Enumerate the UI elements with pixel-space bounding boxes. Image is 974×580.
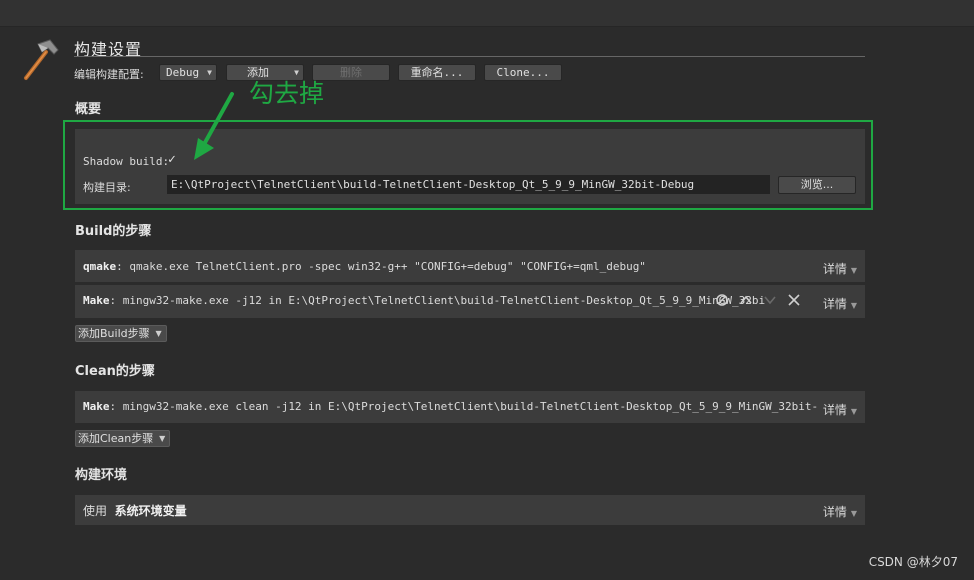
top-bar xyxy=(0,0,974,27)
step-command: mingw32-make.exe -j12 in E:\QtProject\Te… xyxy=(122,294,766,307)
overview-heading: 概要 xyxy=(75,102,102,117)
shadow-build-label: Shadow build: xyxy=(83,155,170,168)
hammer-icon xyxy=(24,39,59,80)
rename-config-button[interactable]: 重命名... xyxy=(398,64,476,81)
build-dir-label: 构建目录: xyxy=(83,181,131,194)
details-label: 详情 xyxy=(822,297,847,311)
details-button[interactable]: 详情 ▼ xyxy=(823,260,857,277)
details-label: 详情 xyxy=(822,403,847,417)
env-use-label: 使用 xyxy=(83,504,108,518)
browse-button[interactable]: 浏览... xyxy=(778,176,856,194)
chevron-down-icon: ▼ xyxy=(850,301,857,310)
title-divider xyxy=(74,56,865,57)
highlight-frame xyxy=(63,120,873,210)
step-name: Make xyxy=(83,294,110,307)
step-name: qmake xyxy=(83,260,117,273)
watermark: CSDN @林夕07 xyxy=(868,555,958,569)
details-button[interactable]: 详情 ▼ xyxy=(823,503,857,520)
add-clean-step-button[interactable]: 添加Clean步骤 ▼ xyxy=(75,430,171,447)
clone-config-button[interactable]: Clone... xyxy=(484,64,562,81)
details-button[interactable]: 详情 ▼ xyxy=(823,295,857,312)
details-button[interactable]: 详情 ▼ xyxy=(823,401,857,418)
environment-heading: 构建环境 xyxy=(75,468,128,483)
shadow-build-checkbox[interactable]: ✓ xyxy=(168,152,176,167)
step-command: qmake.exe TelnetClient.pro -spec win32-g… xyxy=(129,260,646,273)
details-label: 详情 xyxy=(822,505,847,519)
annotation-arrow-icon xyxy=(194,92,234,160)
add-build-step-button[interactable]: 添加Build步骤 ▼ xyxy=(75,325,167,342)
disable-icon[interactable] xyxy=(715,293,729,307)
clean-steps-heading: Clean的步骤 xyxy=(75,364,155,379)
chevron-down-icon: ▼ xyxy=(850,509,857,518)
chevron-down-icon: ▼ xyxy=(159,434,166,443)
edit-config-label: 编辑构建配置: xyxy=(74,68,144,81)
build-steps-heading: Build的步骤 xyxy=(75,224,152,239)
add-build-step-label: 添加Build步骤 xyxy=(78,327,150,340)
step-command: mingw32-make.exe clean -j12 in E:\QtProj… xyxy=(122,400,819,413)
build-step-make: Make: mingw32-make.exe -j12 in E:\QtProj… xyxy=(75,285,865,318)
step-actions xyxy=(715,293,801,307)
chevron-down-icon: ▼ xyxy=(850,266,857,275)
config-select[interactable]: Debug ▼ xyxy=(159,64,217,81)
remove-icon[interactable] xyxy=(787,293,801,307)
chevron-down-icon: ▼ xyxy=(155,329,162,338)
step-name: Make xyxy=(83,400,110,413)
build-dir-input[interactable]: E:\QtProject\TelnetClient\build-TelnetCl… xyxy=(167,175,770,194)
chevron-down-icon: ▼ xyxy=(207,68,212,77)
add-clean-step-label: 添加Clean步骤 xyxy=(78,432,154,445)
annotation-text: 勾去掉 xyxy=(249,79,325,108)
clean-step-make: Make: mingw32-make.exe clean -j12 in E:\… xyxy=(75,391,865,423)
env-name: 系统环境变量 xyxy=(114,504,187,518)
config-select-value: Debug xyxy=(166,66,200,79)
build-step-qmake: qmake: qmake.exe TelnetClient.pro -spec … xyxy=(75,250,865,282)
chevron-down-icon: ▼ xyxy=(850,407,857,416)
move-down-icon[interactable] xyxy=(763,293,777,307)
details-label: 详情 xyxy=(822,262,847,276)
environment-panel: 使用 系统环境变量 详情 ▼ xyxy=(75,495,865,525)
move-up-icon[interactable] xyxy=(739,293,753,307)
